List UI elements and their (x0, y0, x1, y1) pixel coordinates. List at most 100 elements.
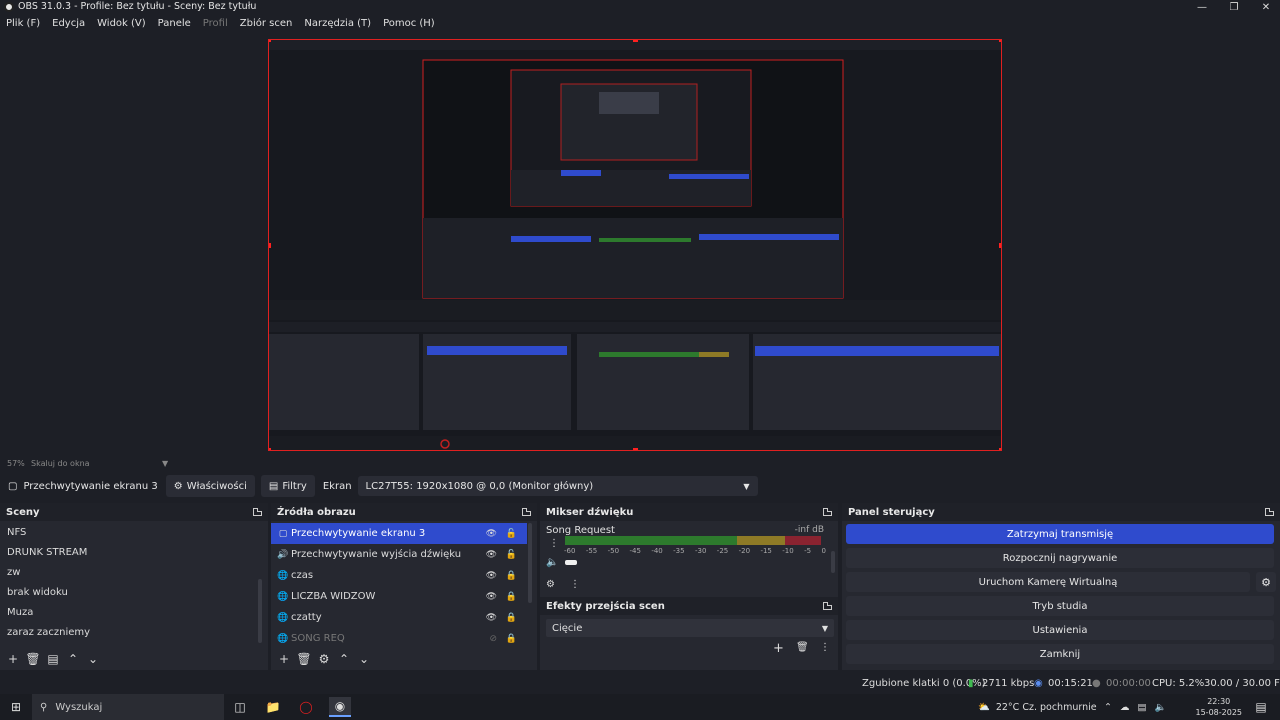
menu-docks[interactable]: Panele (158, 18, 191, 29)
resize-handle-bl[interactable] (269, 448, 271, 450)
resize-handle-right[interactable] (999, 243, 1001, 248)
transition-menu-icon[interactable]: ⋮ (820, 642, 830, 653)
eye-icon[interactable]: 👁 (486, 529, 497, 539)
move-down-icon[interactable]: ⌄ (357, 652, 371, 666)
channel-menu-icon[interactable]: ⋮ (549, 538, 559, 549)
resize-handle-tl[interactable] (269, 40, 271, 42)
windows-start-icon[interactable]: ⊞ (5, 697, 27, 717)
lock-icon[interactable]: 🔒 (506, 592, 517, 602)
resize-handle-left[interactable] (269, 243, 271, 248)
preview-canvas[interactable] (268, 39, 1002, 451)
menu-view[interactable]: Widok (V) (97, 18, 146, 29)
undock-icon[interactable] (823, 602, 832, 610)
file-explorer-icon[interactable]: 📁 (262, 697, 284, 717)
eye-icon[interactable]: 👁 (486, 571, 497, 581)
source-item[interactable]: 🌐 czatty 👁 🔒 (271, 607, 527, 628)
lock-icon[interactable]: 🔓 (506, 529, 517, 539)
source-item[interactable]: ▢ Przechwytywanie ekranu 3 👁 🔓 (271, 523, 527, 544)
scenes-scrollbar[interactable] (258, 579, 262, 643)
add-source-icon[interactable]: + (277, 652, 291, 666)
tray-overflow-icon[interactable]: ⌃ (1104, 702, 1112, 713)
undock-icon[interactable] (1265, 508, 1274, 516)
menu-profile[interactable]: Profil (203, 18, 228, 29)
filters-button[interactable]: ▤ Filtry (260, 475, 315, 497)
network-icon[interactable]: ▤ (1137, 702, 1146, 713)
scene-item[interactable]: zw (0, 563, 268, 583)
eye-hidden-icon[interactable]: ⊘ (489, 634, 497, 644)
display-select[interactable]: LC27T55: 1920x1080 @ 0,0 (Monitor główny… (357, 476, 758, 496)
source-item[interactable]: 🌐 SONG REQ ⊘ 🔒 (271, 628, 527, 649)
resize-handle-top[interactable] (633, 40, 638, 42)
volume-icon[interactable]: 🔈 (1154, 702, 1166, 713)
mixer-scrollbar[interactable] (831, 551, 835, 573)
zoom-mode[interactable]: Skaluj do okna (31, 459, 90, 468)
taskbar-search[interactable]: ⚲ Wyszukaj (32, 694, 224, 720)
scene-item[interactable]: DRUNK STREAM (0, 543, 268, 563)
browser-icon: 🌐 (277, 633, 289, 644)
menu-file[interactable]: Plik (F) (6, 18, 40, 29)
start-recording-button[interactable]: Rozpocznij nagrywanie (846, 548, 1274, 568)
eye-icon[interactable]: 👁 (486, 592, 497, 602)
opera-icon[interactable]: ◯ (295, 697, 317, 717)
weather-widget[interactable]: ⛅ 22°C Cz. pochmurnie (978, 694, 1097, 720)
menu-edit[interactable]: Edycja (52, 18, 85, 29)
taskbar-clock[interactable]: 22:30 15-08-2025 (1196, 696, 1243, 718)
undock-icon[interactable] (253, 508, 262, 516)
remove-scene-icon[interactable]: 🗑 (25, 652, 40, 666)
restore-icon[interactable]: ❐ (1218, 0, 1250, 14)
resize-handle-br[interactable] (999, 448, 1001, 450)
scenes-toolbar: + 🗑 ▤ ⌃ ⌄ (0, 650, 268, 668)
add-transition-icon[interactable]: + (773, 641, 784, 656)
scene-item[interactable]: brak widoku (0, 583, 268, 603)
undock-icon[interactable] (823, 508, 832, 516)
zoom-dropdown-icon[interactable]: ▼ (162, 459, 168, 468)
sources-scrollbar[interactable] (528, 523, 532, 603)
studio-mode-button[interactable]: Tryb studia (846, 596, 1274, 616)
resize-handle-bottom[interactable] (633, 448, 638, 450)
menu-tools[interactable]: Narzędzia (T) (304, 18, 371, 29)
mixer-settings-icon[interactable]: ⚙ (546, 579, 555, 590)
undock-icon[interactable] (522, 508, 531, 516)
transition-select[interactable]: Cięcie ▼ (546, 619, 834, 637)
eye-icon[interactable]: 👁 (486, 550, 497, 560)
menu-help[interactable]: Pomoc (H) (383, 18, 435, 29)
add-scene-icon[interactable]: + (6, 652, 20, 666)
move-up-icon[interactable]: ⌃ (337, 652, 351, 666)
lock-icon[interactable]: 🔓 (506, 550, 517, 560)
stop-streaming-button[interactable]: Zatrzymaj transmisję (846, 524, 1274, 544)
settings-button[interactable]: Ustawienia (846, 620, 1274, 640)
zoom-bar: 57% Skaluj do okna ▼ (0, 456, 1280, 470)
start-virtual-camera-button[interactable]: Uruchom Kamerę Wirtualną (846, 572, 1250, 592)
remove-source-icon[interactable]: 🗑 (296, 652, 311, 666)
remove-transition-icon[interactable]: 🗑 (796, 642, 809, 653)
speaker-icon[interactable]: 🔈 (546, 557, 558, 568)
source-properties-icon[interactable]: ⚙ (317, 652, 331, 666)
notifications-icon[interactable]: ▤ (1250, 697, 1272, 717)
exit-button[interactable]: Zamknij (846, 644, 1274, 664)
minimize-icon[interactable]: — (1186, 0, 1218, 14)
menu-scene-collection[interactable]: Zbiór scen (240, 18, 293, 29)
move-up-icon[interactable]: ⌃ (66, 652, 80, 666)
source-item[interactable]: 🌐 LICZBA WIDZOW 👁 🔒 (271, 586, 527, 607)
lock-icon[interactable]: 🔒 (506, 613, 517, 623)
source-item[interactable]: 🔊 Przechwytywanie wyjścia dźwięku 👁 🔓 (271, 544, 527, 565)
eye-icon[interactable]: 👁 (486, 613, 497, 623)
mixer-menu-icon[interactable]: ⋮ (570, 579, 580, 590)
obs-taskbar-icon[interactable]: ◉ (329, 697, 351, 717)
clock-time: 22:30 (1207, 697, 1231, 706)
scene-item[interactable]: Muza (0, 603, 268, 623)
scene-filters-icon[interactable]: ▤ (46, 652, 60, 666)
lock-icon[interactable]: 🔒 (506, 571, 517, 581)
virtual-camera-settings-icon[interactable]: ⚙ (1256, 572, 1276, 592)
source-item[interactable]: 🌐 czas 👁 🔒 (271, 565, 527, 586)
volume-slider[interactable] (565, 560, 577, 565)
scene-item[interactable]: zaraz zaczniemy (0, 623, 268, 643)
move-down-icon[interactable]: ⌄ (86, 652, 100, 666)
task-view-icon[interactable]: ◫ (229, 697, 251, 717)
properties-button[interactable]: ⚙ Właściwości (165, 475, 255, 497)
cloud-icon[interactable]: ☁ (1120, 702, 1130, 713)
scene-item[interactable]: NFS (0, 523, 268, 543)
close-icon[interactable]: ✕ (1250, 0, 1280, 14)
resize-handle-tr[interactable] (999, 40, 1001, 42)
lock-icon[interactable]: 🔒 (506, 634, 517, 644)
